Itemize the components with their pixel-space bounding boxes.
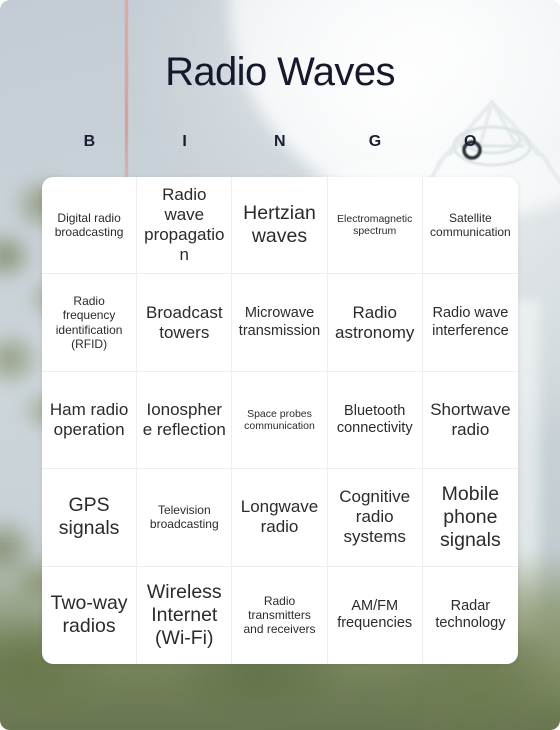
bingo-cell[interactable]: Bluetooth connectivity bbox=[327, 371, 423, 470]
bingo-cell[interactable]: Ham radio operation bbox=[42, 371, 138, 470]
bingo-cell[interactable]: Satellite communication bbox=[422, 177, 518, 275]
bingo-letter-i: I bbox=[182, 133, 188, 150]
bingo-letter-g: G bbox=[368, 133, 382, 150]
bingo-letter-n: N bbox=[273, 133, 287, 150]
bingo-cell[interactable]: Two-way radios bbox=[42, 566, 138, 664]
bingo-cell[interactable]: Electromagnetic spectrum bbox=[327, 177, 423, 275]
bingo-header-row: B I N G O bbox=[42, 133, 518, 151]
bingo-cell[interactable]: Hertzian waves bbox=[232, 177, 328, 275]
bingo-cell[interactable]: Space probes communication bbox=[232, 371, 328, 470]
bingo-cell[interactable]: Digital radio broadcasting bbox=[42, 177, 138, 275]
card-content: Radio Waves B I N G O Digital radio broa… bbox=[0, 0, 560, 730]
bingo-cell[interactable]: Broadcast towers bbox=[137, 274, 233, 372]
bingo-cell[interactable]: Ionosphere reflection bbox=[137, 371, 233, 470]
bingo-cell[interactable]: Radar technology bbox=[423, 567, 518, 664]
bingo-cell[interactable]: Radio wave propagation bbox=[137, 177, 233, 275]
bingo-cell[interactable]: Television broadcasting bbox=[137, 469, 233, 567]
bingo-cell[interactable]: Radio wave interference bbox=[422, 274, 518, 372]
bingo-cell[interactable]: Radio frequency identification (RFID) bbox=[42, 274, 138, 372]
bingo-card-page: Radio Waves B I N G O Digital radio broa… bbox=[0, 0, 560, 730]
bingo-cell[interactable]: Shortwave radio bbox=[422, 372, 518, 470]
bingo-cell[interactable]: Cognitive radio systems bbox=[327, 469, 423, 567]
bingo-cell[interactable]: AM/FM frequencies bbox=[328, 566, 423, 664]
bingo-cell[interactable]: Microwave transmission bbox=[232, 274, 328, 372]
bingo-cell[interactable]: Longwave radio bbox=[232, 469, 328, 567]
bingo-cell[interactable]: Mobile phone signals bbox=[422, 469, 518, 567]
bingo-cell[interactable]: Radio transmitters and receivers bbox=[232, 566, 328, 664]
page-title: Radio Waves bbox=[165, 50, 395, 94]
bingo-letter-b: B bbox=[83, 133, 96, 150]
bingo-cell[interactable]: Radio astronomy bbox=[327, 274, 423, 372]
bingo-grid: Digital radio broadcasting Radio wave pro… bbox=[42, 177, 518, 664]
bingo-cell[interactable]: Wireless Internet (Wi-Fi) bbox=[137, 566, 233, 664]
bingo-letter-o: O bbox=[463, 133, 477, 150]
bingo-cell[interactable]: GPS signals bbox=[42, 469, 138, 567]
